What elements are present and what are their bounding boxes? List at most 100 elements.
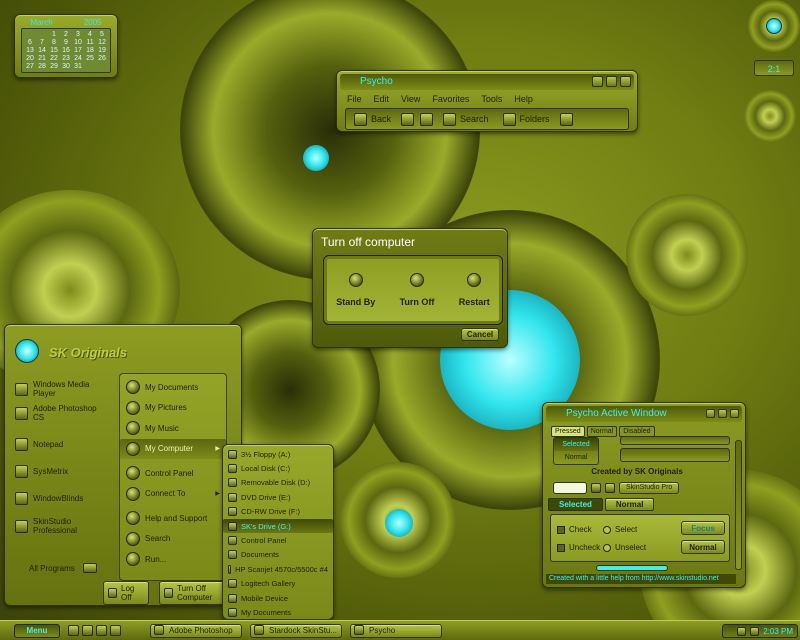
calendar-day[interactable]: 29	[48, 63, 60, 71]
calendar-day[interactable]: 10	[72, 39, 84, 47]
submenu-dvd-drive[interactable]: DVD Drive (E:)	[223, 490, 333, 504]
calendar-day[interactable]: 28	[36, 63, 48, 71]
calendar-day[interactable]: 30	[60, 63, 72, 71]
state-selected[interactable]: Selected	[554, 438, 598, 451]
calendar-day[interactable]: 13	[24, 47, 36, 55]
calendar-day[interactable]: 25	[84, 55, 96, 63]
minimize-button[interactable]	[592, 75, 604, 87]
cancel-button[interactable]: Cancel	[461, 328, 499, 341]
pinned-skinstudio[interactable]: SkinStudio Professional	[11, 514, 111, 538]
standby-option[interactable]: Stand By	[336, 273, 375, 307]
search-button[interactable]: Search	[439, 112, 493, 126]
place-my-computer[interactable]: My Computer ▶	[120, 438, 226, 459]
up-folder-button[interactable]	[420, 112, 434, 126]
pinned-windows-media-player[interactable]: Windows Media Player	[11, 377, 111, 401]
submenu-removable-disk[interactable]: Removable Disk (D:)	[223, 476, 333, 490]
close-button[interactable]	[730, 408, 739, 418]
active-window-titlebar[interactable]: Psycho Active Window	[546, 406, 742, 422]
maximize-button[interactable]	[718, 408, 728, 418]
restart-option[interactable]: Restart	[459, 273, 490, 307]
tab-pressed[interactable]: Pressed	[551, 426, 585, 437]
place-control-panel[interactable]: Control Panel	[120, 463, 226, 484]
quick-launch-media-icon[interactable]	[96, 625, 107, 636]
calendar-day[interactable]: 11	[84, 39, 96, 47]
tray-clock[interactable]: 2:03 PM	[763, 627, 793, 636]
calendar-day[interactable]: 4	[84, 31, 96, 39]
place-my-pictures[interactable]: My Pictures	[120, 398, 226, 419]
menu-view[interactable]: View	[401, 94, 420, 104]
pinned-adobe-photoshop[interactable]: Adobe Photoshop CS	[11, 401, 111, 425]
calendar-day[interactable]: 9	[60, 39, 72, 47]
checkbox-checked[interactable]	[557, 525, 565, 534]
calendar-day[interactable]: 18	[84, 47, 96, 55]
quick-launch-browser-icon[interactable]	[82, 625, 93, 636]
calendar-day[interactable]: 17	[72, 47, 84, 55]
demo-textbox[interactable]	[620, 448, 730, 462]
calendar-day[interactable]: 21	[36, 55, 48, 63]
submenu-local-disk[interactable]: Local Disk (C:)	[223, 461, 333, 475]
calendar-day[interactable]: 27	[24, 63, 36, 71]
pinned-sysmetrix[interactable]: SysMetrix	[11, 462, 111, 481]
maximize-button[interactable]	[606, 75, 618, 87]
menu-edit[interactable]: Edit	[374, 94, 390, 104]
place-my-music[interactable]: My Music	[120, 418, 226, 439]
place-run[interactable]: Run...	[120, 549, 226, 570]
tab-selected[interactable]: Selected	[548, 498, 603, 511]
normal-button[interactable]: Normal	[681, 540, 725, 554]
focus-button[interactable]: Focus	[681, 521, 725, 535]
calendar-day[interactable]: 31	[72, 63, 84, 71]
place-help-support[interactable]: Help and Support	[120, 508, 226, 529]
calendar-day[interactable]: 24	[72, 55, 84, 63]
pinned-notepad[interactable]: Notepad	[11, 435, 111, 454]
log-off-button[interactable]: Log Off	[103, 581, 149, 605]
tab-normal[interactable]: Normal	[586, 426, 618, 437]
task-psycho[interactable]: Psycho	[350, 624, 442, 638]
calendar-year[interactable]: 2005	[84, 18, 102, 27]
calendar-day[interactable]	[24, 31, 36, 39]
demo-dropdown[interactable]	[620, 436, 730, 445]
calendar-day[interactable]: 22	[48, 55, 60, 63]
calendar-day[interactable]: 23	[60, 55, 72, 63]
calendar-day[interactable]: 3	[72, 31, 84, 39]
tray-volume-icon[interactable]	[737, 626, 747, 636]
quick-launch-folder-icon[interactable]	[68, 625, 79, 636]
submenu-sk-drive[interactable]: SK's Drive (G:)	[223, 518, 333, 534]
minimize-button[interactable]	[706, 408, 716, 418]
settings-icon[interactable]	[591, 483, 601, 493]
calendar-day[interactable]	[36, 31, 48, 39]
turnoff-option[interactable]: Turn Off	[400, 273, 434, 307]
calendar-day[interactable]	[84, 63, 96, 71]
calendar-day[interactable]: 14	[36, 47, 48, 55]
place-search[interactable]: Search	[120, 529, 226, 550]
quick-launch-desktop-icon[interactable]	[110, 625, 121, 636]
demo-input[interactable]	[553, 482, 587, 494]
menu-help[interactable]: Help	[514, 94, 533, 104]
tab-normal-demo[interactable]: Normal	[604, 498, 655, 511]
radio-selected[interactable]	[603, 525, 611, 534]
calendar-day[interactable]: 16	[60, 47, 72, 55]
close-button[interactable]	[620, 75, 631, 87]
menu-favorites[interactable]: Favorites	[432, 94, 469, 104]
submenu-floppy[interactable]: 3½ Floppy (A:)	[223, 447, 333, 461]
menu-tools[interactable]: Tools	[481, 94, 502, 104]
submenu-mobile-device[interactable]: Mobile Device	[223, 591, 333, 605]
pinned-windowblinds[interactable]: WindowBlinds	[11, 489, 111, 508]
folders-button[interactable]: Folders	[499, 112, 554, 126]
back-button[interactable]: Back	[350, 112, 395, 126]
radio-unselected[interactable]	[603, 543, 611, 552]
calendar-day[interactable]: 6	[24, 39, 36, 47]
start-button[interactable]: Menu	[14, 624, 60, 638]
checkbox-unchecked[interactable]	[557, 543, 565, 552]
calendar-day[interactable]: 12	[96, 39, 108, 47]
menu-file[interactable]: File	[347, 94, 362, 104]
calendar-month[interactable]: March	[30, 18, 52, 27]
uncheck-option[interactable]: Uncheck	[557, 543, 600, 552]
calendar-day[interactable]: 7	[36, 39, 48, 47]
views-button[interactable]	[559, 112, 573, 126]
submenu-scanner[interactable]: HP Scanjet 4570c/5500c #4	[223, 562, 333, 576]
check-option[interactable]: Check	[557, 525, 592, 534]
state-normal[interactable]: Normal	[554, 451, 598, 464]
place-my-documents[interactable]: My Documents	[120, 377, 226, 398]
vertical-scrollbar[interactable]	[735, 440, 742, 570]
task-adobe-photoshop[interactable]: Adobe Photoshop	[150, 624, 242, 638]
